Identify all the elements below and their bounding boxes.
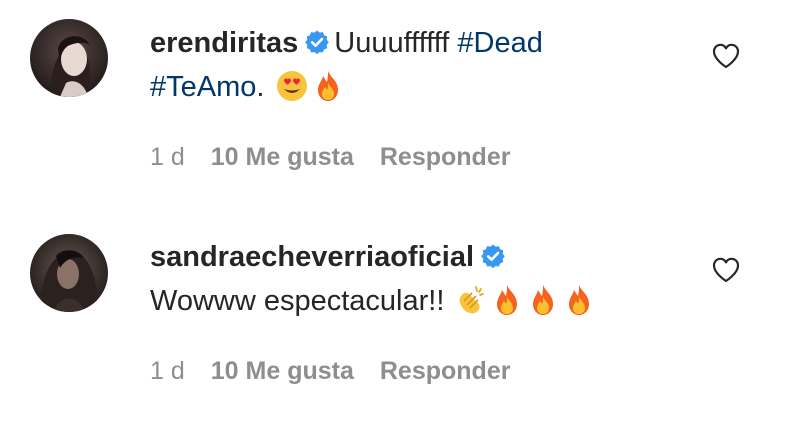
comment-text: Wowww espectacular!! [150,285,453,317]
avatar[interactable] [30,234,108,312]
verified-badge-icon [304,29,330,55]
comment-text: Uuuuffffff [334,27,458,59]
reply-button[interactable]: Responder [380,357,511,385]
reply-button[interactable]: Responder [380,143,511,171]
comment-body: sandraecheverriaoficial Wowww espectacula… [150,235,710,323]
comment-body: erendiritas Uuuuffffff #Dead #TeAmo. [150,21,710,109]
fire-emoji-icon [490,283,524,317]
like-heart-icon[interactable] [711,255,741,285]
fire-emoji-icon [311,69,345,103]
hashtag-link[interactable]: #TeAmo [150,71,256,103]
avatar-photo-icon [30,234,108,312]
fire-emoji-icon [562,283,596,317]
comment-username[interactable]: sandraecheverriaoficial [150,241,474,273]
comment-meta: 1 d 10 Me gusta Responder [150,357,536,386]
comment-meta: 1 d 10 Me gusta Responder [150,143,536,172]
like-heart-icon[interactable] [711,41,741,71]
heart-eyes-emoji-icon [275,69,309,103]
avatar-photo-icon [30,19,108,97]
avatar[interactable] [30,19,108,97]
clapping-hands-emoji-icon [454,283,488,317]
likes-count-button[interactable]: 10 Me gusta [211,357,354,385]
comment-item: erendiritas Uuuuffffff #Dead #TeAmo. 1 d 10… [0,0,800,214]
comments-list: erendiritas Uuuuffffff #Dead #TeAmo. 1 d 10… [0,0,800,427]
comment-item: sandraecheverriaoficial Wowww espectacula… [0,214,800,427]
comment-username[interactable]: erendiritas [150,27,298,59]
likes-count-button[interactable]: 10 Me gusta [211,143,354,171]
comment-timestamp[interactable]: 1 d [150,357,185,385]
comment-timestamp[interactable]: 1 d [150,143,185,171]
comment-text: . [256,71,273,103]
fire-emoji-icon [526,283,560,317]
verified-badge-icon [480,243,506,269]
hashtag-link[interactable]: #Dead [457,27,542,59]
